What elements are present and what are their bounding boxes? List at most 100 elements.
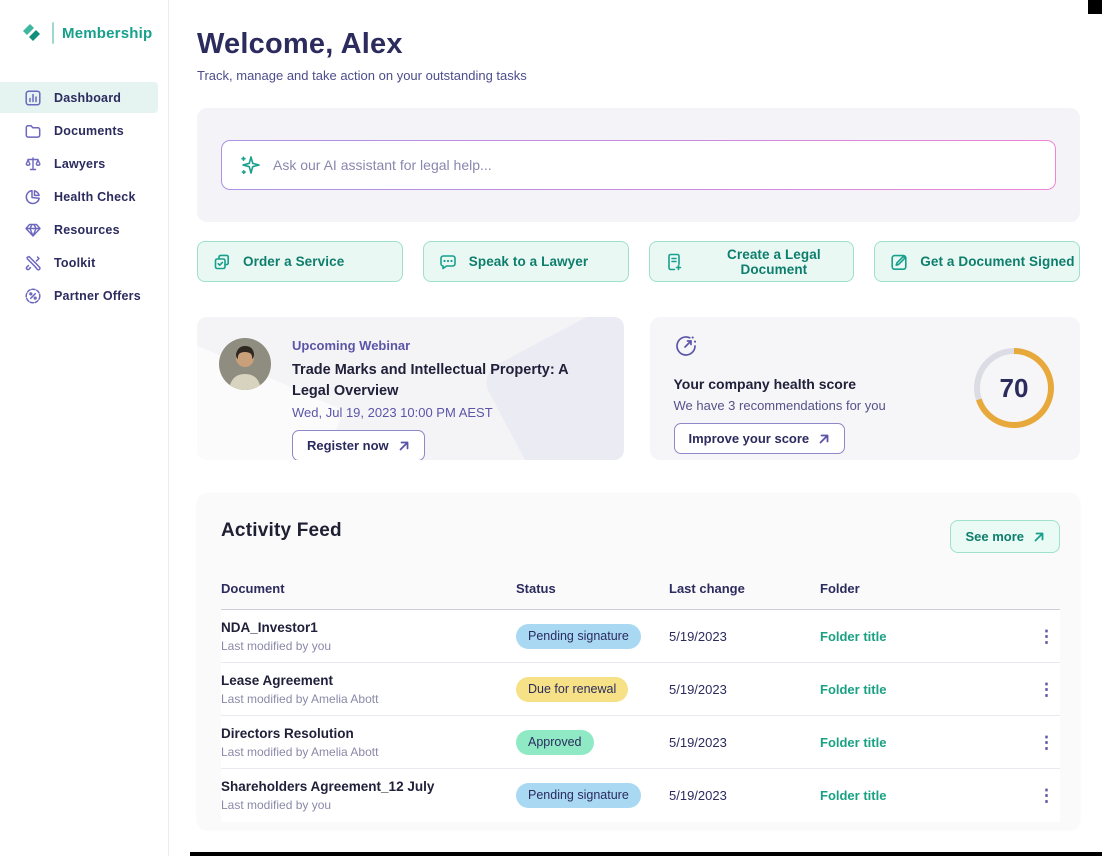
activity-table-header: DocumentStatusLast changeFolder — [221, 581, 1060, 610]
ai-assistant-input[interactable] — [273, 157, 1038, 173]
document-cell: NDA_Investor1Last modified by you — [221, 620, 516, 653]
quick-action-label: Order a Service — [243, 254, 344, 269]
document-title: Directors Resolution — [221, 726, 516, 741]
speak-to-a-lawyer-button[interactable]: Speak to a Lawyer — [423, 241, 629, 282]
column-header-document: Document — [221, 581, 516, 596]
lawyers-icon — [24, 155, 42, 173]
document-title: Lease Agreement — [221, 673, 516, 688]
activity-table-body: NDA_Investor1Last modified by youPending… — [221, 610, 1060, 822]
brand: Membership — [0, 0, 168, 44]
status-cell: Approved — [516, 730, 669, 755]
column-header-status: Status — [516, 581, 669, 596]
sidebar-item-health-check[interactable]: Health Check — [0, 181, 168, 212]
last-change-cell: 5/19/2023 — [669, 735, 820, 750]
ai-input-gradient-border — [221, 140, 1056, 190]
last-change-cell: 5/19/2023 — [669, 629, 820, 644]
see-more-label: See more — [965, 529, 1024, 544]
sidebar-item-dashboard[interactable]: Dashboard — [0, 82, 158, 113]
activity-feed-header: Activity Feed See more — [221, 520, 1060, 553]
sidebar-item-label: Dashboard — [54, 91, 121, 105]
health-score-card: Your company health score We have 3 reco… — [650, 317, 1081, 460]
status-badge: Pending signature — [516, 783, 641, 808]
folder-link[interactable]: Folder title — [820, 682, 1030, 697]
document-cell: Lease AgreementLast modified by Amelia A… — [221, 673, 516, 706]
quick-action-label: Speak to a Lawyer — [469, 254, 589, 269]
sidebar-item-documents[interactable]: Documents — [0, 115, 168, 146]
document-title: Shareholders Agreement_12 July — [221, 779, 516, 794]
folder-link[interactable]: Folder title — [820, 788, 1030, 803]
activity-feed-card: Activity Feed See more DocumentStatusLas… — [197, 493, 1080, 829]
quick-action-label: Create a Legal Document — [695, 247, 854, 277]
webinar-card: Upcoming Webinar Trade Marks and Intelle… — [197, 317, 624, 460]
dashboard-icon — [24, 89, 42, 107]
resources-icon — [24, 221, 42, 239]
sidebar-item-lawyers[interactable]: Lawyers — [0, 148, 168, 179]
webinar-eyebrow: Upcoming Webinar — [292, 338, 600, 353]
arrow-up-right-icon — [398, 440, 410, 452]
speak-lawyer-icon — [438, 252, 458, 272]
document-title: NDA_Investor1 — [221, 620, 516, 635]
get-a-document-signed-button[interactable]: Get a Document Signed — [874, 241, 1080, 282]
sidebar-item-label: Partner Offers — [54, 289, 141, 303]
table-row: Lease AgreementLast modified by Amelia A… — [221, 663, 1060, 716]
status-cell: Due for renewal — [516, 677, 669, 702]
status-cell: Pending signature — [516, 624, 669, 649]
sidebar-item-toolkit[interactable]: Toolkit — [0, 247, 168, 278]
brand-logo-icon — [20, 22, 44, 44]
sidebar-item-resources[interactable]: Resources — [0, 214, 168, 245]
partner-offers-icon — [24, 287, 42, 305]
folder-link[interactable]: Folder title — [820, 735, 1030, 750]
table-row: Directors ResolutionLast modified by Ame… — [221, 716, 1060, 769]
main-content: Welcome, Alex Track, manage and take act… — [169, 0, 1102, 856]
health-score-ring: 70 — [974, 348, 1054, 428]
activity-feed-title: Activity Feed — [221, 520, 342, 542]
brand-name: Membership — [62, 25, 152, 42]
sidebar-item-label: Lawyers — [54, 157, 105, 171]
status-cell: Pending signature — [516, 783, 669, 808]
row-menu-kebab-icon[interactable]: ⋮ — [1030, 677, 1063, 702]
folder-link[interactable]: Folder title — [820, 629, 1030, 644]
sidebar-item-label: Health Check — [54, 190, 136, 204]
sign-document-icon — [889, 252, 909, 272]
register-now-label: Register now — [307, 438, 389, 453]
table-row: Shareholders Agreement_12 July Last modif… — [221, 769, 1060, 822]
create-a-legal-document-button[interactable]: Create a Legal Document — [649, 241, 855, 282]
column-header-last-change: Last change — [669, 581, 820, 596]
see-more-button[interactable]: See more — [950, 520, 1060, 553]
sidebar-item-partner-offers[interactable]: Partner Offers — [0, 280, 168, 311]
webinar-title: Trade Marks and Intellectual Property: A… — [292, 360, 600, 402]
quick-action-label: Get a Document Signed — [920, 254, 1074, 269]
improve-score-button[interactable]: Improve your score — [674, 423, 846, 454]
sidebar-item-label: Resources — [54, 223, 120, 237]
toolkit-icon — [24, 254, 42, 272]
row-menu-kebab-icon[interactable]: ⋮ — [1030, 624, 1063, 649]
status-badge: Pending signature — [516, 624, 641, 649]
health-score-value: 70 — [1000, 373, 1029, 404]
screenshot-artifact — [190, 852, 1102, 856]
document-modified: Last modified by you — [221, 798, 516, 812]
page-title: Welcome, Alex — [197, 28, 1080, 61]
quick-actions: Order a Service Speak to a Lawyer Create a… — [197, 241, 1080, 282]
row-menu-kebab-icon[interactable]: ⋮ — [1030, 783, 1063, 808]
order-a-service-button[interactable]: Order a Service — [197, 241, 403, 282]
activity-table: DocumentStatusLast changeFolder NDA_Inve… — [221, 581, 1060, 822]
brand-divider — [52, 22, 54, 44]
column-header-folder: Folder — [820, 581, 1030, 596]
ai-input-wrapper — [222, 141, 1055, 189]
gauge-icon — [674, 334, 698, 358]
screenshot-artifact — [1088, 0, 1102, 14]
webinar-datetime: Wed, Jul 19, 2023 10:00 PM AEST — [292, 405, 600, 420]
last-change-cell: 5/19/2023 — [669, 682, 820, 697]
register-now-button[interactable]: Register now — [292, 430, 425, 460]
create-document-icon — [664, 252, 684, 272]
webinar-presenter-avatar — [219, 338, 271, 390]
order-service-icon — [212, 252, 232, 272]
arrow-up-right-icon — [1033, 531, 1045, 543]
table-row: NDA_Investor1Last modified by youPending… — [221, 610, 1060, 663]
health-score-subtitle: We have 3 recommendations for you — [674, 398, 886, 413]
last-change-cell: 5/19/2023 — [669, 788, 820, 803]
info-cards-row: Upcoming Webinar Trade Marks and Intelle… — [197, 317, 1080, 460]
document-cell: Shareholders Agreement_12 July Last modif… — [221, 779, 516, 812]
row-menu-kebab-icon[interactable]: ⋮ — [1030, 730, 1063, 755]
webinar-body: Upcoming Webinar Trade Marks and Intelle… — [292, 338, 600, 460]
